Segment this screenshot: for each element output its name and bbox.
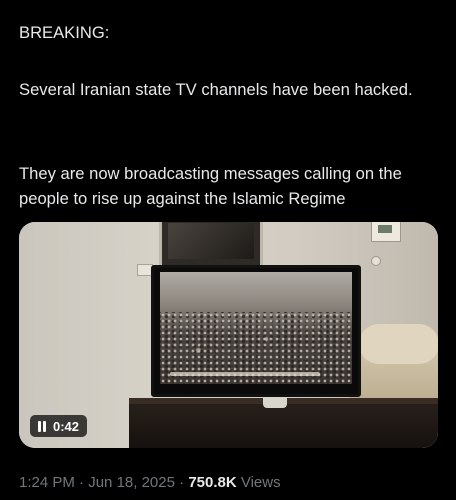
meta-separator: · — [79, 474, 85, 491]
video-player[interactable]: 0:42 — [19, 222, 438, 448]
post-paragraph-broadcast: They are now broadcasting messages calli… — [19, 164, 402, 208]
tv-subtitle-bar — [170, 372, 320, 376]
wall-picture — [159, 222, 263, 268]
playback-badge[interactable]: 0:42 — [30, 415, 88, 437]
tv-screen-crowd — [160, 272, 352, 384]
wall-outlet — [371, 256, 381, 266]
post-date[interactable]: Jun 18, 2025 — [88, 474, 175, 491]
views-label: Views — [240, 474, 281, 491]
pause-icon[interactable] — [38, 420, 46, 432]
post-time[interactable]: 1:24 PM — [19, 474, 75, 491]
wall-thermostat — [371, 222, 401, 242]
post-headline: BREAKING: — [19, 23, 110, 42]
television — [151, 265, 361, 397]
meta-separator: · — [179, 474, 185, 491]
views-count: 750.8K — [188, 474, 237, 491]
video-duration: 0:42 — [53, 418, 80, 434]
post-meta: 1:24 PM · Jun 18, 2025 · 750.8K Views — [19, 474, 281, 491]
post-paragraph-hack: Several Iranian state TV channels have b… — [19, 80, 413, 99]
